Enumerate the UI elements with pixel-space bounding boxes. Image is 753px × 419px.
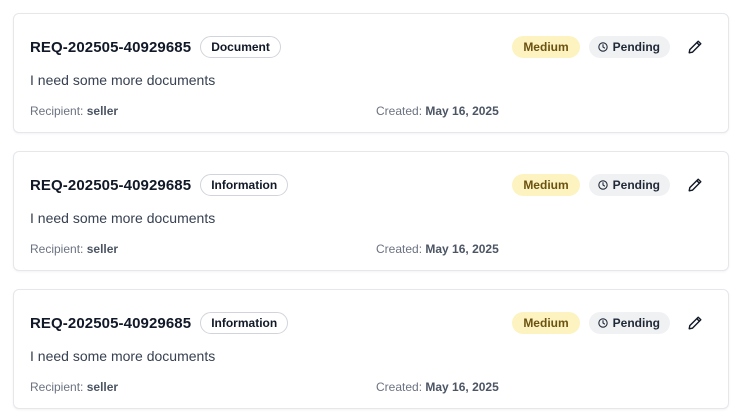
- recipient-label: Recipient:: [30, 380, 84, 394]
- status-badge: Pending: [588, 312, 670, 334]
- status-label: Pending: [612, 316, 660, 330]
- status-label: Pending: [612, 178, 660, 192]
- request-type-badge: Information: [200, 174, 289, 196]
- edit-button[interactable]: [684, 174, 706, 196]
- recipient-info: Recipient: seller: [30, 104, 118, 118]
- request-id: REQ-202505-40929685: [30, 176, 192, 194]
- priority-badge: Medium: [512, 312, 580, 334]
- created-info: Created: May 16, 2025: [376, 242, 499, 256]
- request-card: REQ-202505-40929685 Information I need s…: [13, 289, 729, 409]
- recipient-label: Recipient:: [30, 242, 84, 256]
- request-type-badge: Information: [200, 312, 289, 334]
- edit-button[interactable]: [684, 36, 706, 58]
- request-header: REQ-202505-40929685 Information: [30, 173, 289, 197]
- request-list: REQ-202505-40929685 Document I need some…: [0, 0, 753, 419]
- created-label: Created:: [376, 104, 423, 118]
- recipient-info: Recipient: seller: [30, 242, 118, 256]
- clock-icon: [597, 42, 608, 52]
- edit-button[interactable]: [684, 312, 706, 334]
- created-value: May 16, 2025: [425, 380, 499, 394]
- request-description: I need some more documents: [30, 210, 216, 226]
- status-badge: Pending: [588, 174, 670, 196]
- pencil-icon: [688, 178, 702, 192]
- request-description: I need some more documents: [30, 348, 216, 364]
- request-type-badge: Document: [200, 36, 281, 58]
- created-value: May 16, 2025: [425, 104, 499, 118]
- created-info: Created: May 16, 2025: [376, 104, 499, 118]
- request-card: REQ-202505-40929685 Document I need some…: [13, 13, 729, 133]
- status-label: Pending: [612, 40, 660, 54]
- created-info: Created: May 16, 2025: [376, 380, 499, 394]
- request-description: I need some more documents: [30, 72, 216, 88]
- request-id: REQ-202505-40929685: [30, 38, 192, 56]
- created-value: May 16, 2025: [425, 242, 499, 256]
- clock-icon: [597, 318, 608, 328]
- created-label: Created:: [376, 242, 423, 256]
- created-label: Created:: [376, 380, 423, 394]
- priority-badge: Medium: [512, 174, 580, 196]
- pencil-icon: [688, 40, 702, 54]
- recipient-value: seller: [86, 380, 119, 394]
- pencil-icon: [688, 316, 702, 330]
- request-actions: Medium Pending: [512, 35, 706, 59]
- recipient-info: Recipient: seller: [30, 380, 118, 394]
- request-header: REQ-202505-40929685 Information: [30, 311, 289, 335]
- request-actions: Medium Pending: [512, 173, 706, 197]
- recipient-label: Recipient:: [30, 104, 84, 118]
- request-card: REQ-202505-40929685 Information I need s…: [13, 151, 729, 271]
- status-badge: Pending: [588, 36, 670, 58]
- request-actions: Medium Pending: [512, 311, 706, 335]
- request-id: REQ-202505-40929685: [30, 314, 192, 332]
- recipient-value: seller: [86, 104, 119, 118]
- clock-icon: [597, 180, 608, 190]
- request-header: REQ-202505-40929685 Document: [30, 35, 281, 59]
- priority-badge: Medium: [512, 36, 580, 58]
- recipient-value: seller: [86, 242, 119, 256]
